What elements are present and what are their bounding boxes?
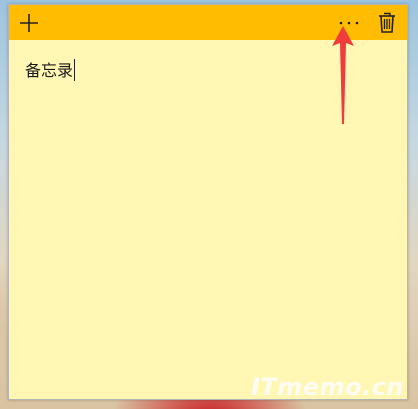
note-text: 备忘录 — [25, 61, 74, 80]
delete-note-button[interactable] — [371, 5, 403, 40]
watermark-text: ITmemo.cn — [250, 373, 404, 401]
trash-icon — [379, 12, 395, 33]
text-cursor — [74, 59, 76, 81]
plus-icon — [20, 13, 38, 32]
new-note-button[interactable] — [13, 5, 45, 40]
red-arrow-annotation — [332, 26, 354, 124]
